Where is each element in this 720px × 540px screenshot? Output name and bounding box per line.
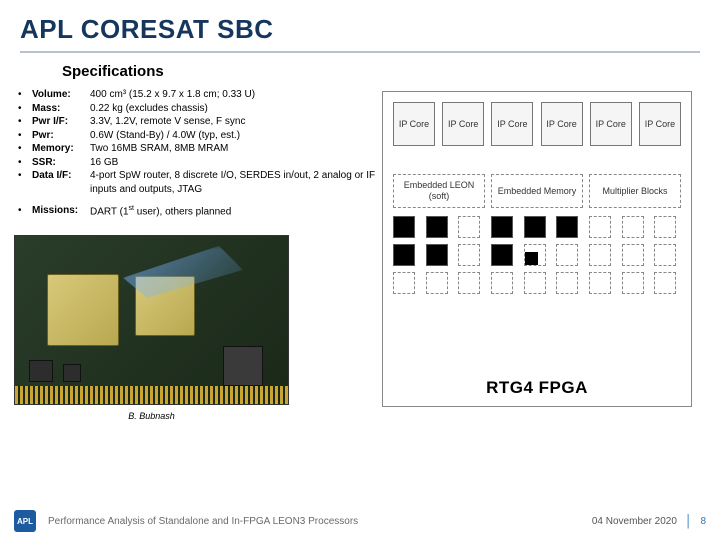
resource-block-icon: [622, 244, 644, 266]
resource-block-icon: [556, 244, 578, 266]
resource-block-icon: [622, 216, 644, 238]
board-component-icon: [63, 364, 81, 382]
slide: APL CORESAT SBC Specifications Volume:40…: [0, 0, 720, 540]
ip-core-block: IP Core: [590, 102, 632, 146]
resource-block-icon: [556, 272, 578, 294]
spec-value: 4-port SpW router, 8 discrete I/O, SERDE…: [90, 169, 382, 196]
resource-block-icon: [524, 272, 546, 294]
footer-page-number: 8: [700, 516, 706, 527]
spec-value: 3.3V, 1.2V, remote V sense, F sync: [90, 115, 382, 129]
footer-separator-icon: │: [685, 514, 693, 528]
specs-list: Volume:400 cm³ (15.2 x 9.7 x 1.8 cm; 0.3…: [14, 88, 382, 219]
resource-block-icon: [491, 272, 513, 294]
resource-block-icon: [589, 244, 611, 266]
resource-block-icon: [491, 216, 513, 238]
content-area: Specifications Volume:400 cm³ (15.2 x 9.…: [0, 57, 720, 421]
resource-block-icon: [393, 272, 415, 294]
resource-block-icon: [458, 272, 480, 294]
resource-block-icon: [393, 216, 415, 238]
apl-logo-icon: APL: [14, 510, 36, 532]
spec-label: Pwr I/F:: [32, 115, 90, 129]
resource-block-icon: [654, 272, 676, 294]
footer-date: 04 November 2020: [592, 516, 677, 527]
block-group-label: Multiplier Blocks: [589, 174, 681, 208]
footer-title: Performance Analysis of Standalone and I…: [48, 516, 592, 527]
resource-block-icon: [458, 244, 480, 266]
block-group-memory: Embedded Memory: [491, 174, 583, 294]
resource-block-icon: [556, 216, 578, 238]
spec-value: 16 GB: [90, 156, 382, 170]
block-group-label: Embedded Memory: [491, 174, 583, 208]
ip-core-block: IP Core: [393, 102, 435, 146]
resource-block-icon: [393, 244, 415, 266]
resource-block-icon: [426, 272, 448, 294]
spec-value: 0.6W (Stand-By) / 4.0W (typ, est.): [90, 129, 382, 143]
photo-credit: B. Bubnash: [14, 411, 289, 421]
resource-block-icon: [654, 216, 676, 238]
fpga-diagram: IP Core IP Core IP Core IP Core IP Core …: [382, 91, 692, 407]
ip-core-block: IP Core: [491, 102, 533, 146]
ip-core-row: IP Core IP Core IP Core IP Core IP Core …: [389, 102, 685, 146]
spec-value: Two 16MB SRAM, 8MB MRAM: [90, 142, 382, 156]
block-grid: [491, 216, 583, 294]
block-row: Embedded LEON (soft): [389, 174, 685, 294]
spec-label: Data I/F:: [32, 169, 90, 196]
board-component-icon: [223, 346, 263, 386]
slide-title: APL CORESAT SBC: [20, 14, 700, 45]
block-group-label: Embedded LEON (soft): [393, 174, 485, 208]
block-grid: [393, 216, 485, 294]
resource-block-icon: [622, 272, 644, 294]
ip-core-block: IP Core: [541, 102, 583, 146]
resource-block-icon: [524, 244, 546, 266]
resource-block-icon: [426, 244, 448, 266]
spec-label: Mass:: [32, 102, 90, 116]
resource-block-icon: [458, 216, 480, 238]
ip-core-block: IP Core: [639, 102, 681, 146]
spec-label: Pwr:: [32, 129, 90, 143]
title-rule: [20, 51, 700, 53]
spec-label: SSR:: [32, 156, 90, 170]
spec-label: Missions:: [32, 204, 90, 219]
spec-value: 400 cm³ (15.2 x 9.7 x 1.8 cm; 0.33 U): [90, 88, 382, 102]
spec-value: DART (1st user), others planned: [90, 204, 382, 219]
resource-block-icon: [491, 244, 513, 266]
fpga-title: RTG4 FPGA: [383, 378, 691, 398]
spec-label: Volume:: [32, 88, 90, 102]
board-chip-icon: [47, 274, 119, 346]
ip-core-block: IP Core: [442, 102, 484, 146]
resource-block-icon: [654, 244, 676, 266]
spec-value: 0.22 kg (excludes chassis): [90, 102, 382, 116]
board-photo: [14, 235, 289, 405]
board-edge-connector-icon: [15, 386, 288, 404]
spec-label: Memory:: [32, 142, 90, 156]
left-column: Specifications Volume:400 cm³ (15.2 x 9.…: [14, 63, 382, 421]
title-area: APL CORESAT SBC: [0, 0, 720, 57]
right-column: IP Core IP Core IP Core IP Core IP Core …: [382, 63, 706, 421]
block-group-multiplier: Multiplier Blocks: [589, 174, 681, 294]
resource-block-icon: [426, 216, 448, 238]
block-group-leon: Embedded LEON (soft): [393, 174, 485, 294]
board-component-icon: [29, 360, 53, 382]
footer: APL Performance Analysis of Standalone a…: [0, 502, 720, 540]
block-grid: [589, 216, 681, 294]
specs-heading: Specifications: [14, 63, 382, 80]
resource-block-icon: [524, 216, 546, 238]
resource-block-icon: [589, 272, 611, 294]
resource-block-icon: [589, 216, 611, 238]
